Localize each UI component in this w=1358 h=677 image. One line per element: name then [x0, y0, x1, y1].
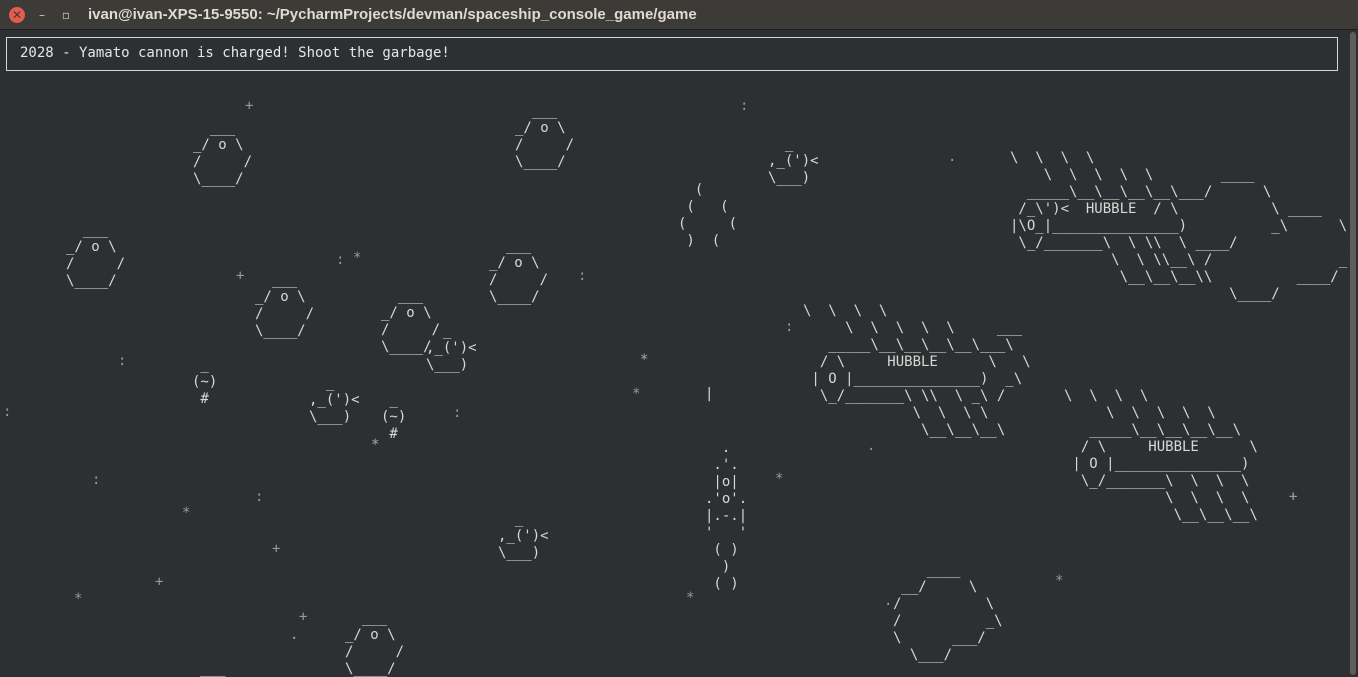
star: :	[255, 489, 264, 505]
star: *	[632, 386, 641, 402]
star: :	[785, 319, 794, 335]
star: *	[182, 505, 191, 521]
fire-trail: ( ( ( ( ( ) (	[678, 182, 738, 249]
scrollbar-thumb[interactable]	[1350, 32, 1356, 675]
star: +	[1289, 489, 1298, 505]
hubble-telescope: \ \ \ \ \ \ \ \ \ ___ _____\__\__\__\__\…	[803, 303, 1031, 438]
star: *	[640, 352, 649, 368]
star: *	[1055, 573, 1064, 589]
large-asteroid: ____ __/ \ / \ / _\ \ ___/ \___/	[893, 562, 1003, 663]
star: +	[299, 609, 308, 625]
hubble-telescope: \ \ \ \ \ \ \ \ \ _____\__\__\__\__\ / \…	[1064, 388, 1258, 523]
trash-can: _ ,_(')< \___)	[498, 511, 549, 561]
asteroid-partial: ___	[200, 661, 226, 677]
star: :	[3, 404, 12, 420]
hubble-telescope: \ \ \ \ \ \ \ \ \ ____ _____\__\__\__\__…	[1010, 150, 1348, 302]
status-box: 2028 - Yamato cannon is charged! Shoot t…	[6, 37, 1338, 71]
fire-bolt: |	[705, 386, 714, 402]
star: :	[453, 405, 462, 421]
star: +	[155, 574, 164, 590]
star: :	[578, 268, 587, 284]
lamp: _ (~) #	[381, 392, 407, 442]
star: +	[245, 98, 254, 114]
vertical-scrollbar[interactable]	[1348, 30, 1358, 677]
asteroid: ___ _/ o \ / / \____/	[345, 610, 405, 677]
star: +	[236, 268, 245, 284]
star: :	[740, 98, 749, 114]
asteroid: ___ _/ o \ / / \____/	[66, 222, 126, 289]
star: .	[884, 593, 893, 609]
spaceship: . .'. |o| .'o'. |.-.| ' ' ( ) ) ( )	[705, 440, 748, 592]
star: :	[92, 472, 101, 488]
terminal-canvas[interactable]: 2028 - Yamato cannon is charged! Shoot t…	[0, 30, 1348, 677]
trash-can: _ ,_(')< \___)	[768, 136, 819, 186]
trash-can: _ ,_(')< \___)	[426, 323, 477, 373]
star: .	[948, 149, 957, 165]
lamp: _ (~) #	[192, 357, 218, 407]
window-title: ivan@ivan-XPS-15-9550: ~/PycharmProjects…	[88, 6, 697, 23]
terminal-window: ✕ – ▫ ivan@ivan-XPS-15-9550: ~/PycharmPr…	[0, 0, 1358, 677]
star: +	[272, 541, 281, 557]
star: *	[371, 437, 380, 453]
star: *	[686, 590, 695, 606]
title-bar[interactable]: ✕ – ▫ ivan@ivan-XPS-15-9550: ~/PycharmPr…	[0, 0, 1358, 30]
star: :	[118, 353, 127, 369]
maximize-icon[interactable]: ▫	[58, 7, 74, 23]
asteroid: ___ _/ o \ / / \____/	[255, 272, 315, 339]
star: *	[353, 250, 362, 266]
asteroid: ___ _/ o \ / / \____/	[489, 238, 549, 305]
asteroid: ___ _/ o \ / / \____/	[193, 120, 253, 187]
star: :	[336, 252, 345, 268]
star: *	[74, 591, 83, 607]
trash-can: _ ,_(')< \___)	[309, 375, 360, 425]
minimize-icon[interactable]: –	[34, 7, 50, 23]
star: *	[775, 471, 784, 487]
close-icon[interactable]: ✕	[9, 7, 25, 23]
star: .	[290, 627, 299, 643]
status-message: 2028 - Yamato cannon is charged! Shoot t…	[20, 45, 450, 61]
asteroid: ___ _/ o \ / / \____/	[515, 103, 575, 170]
star: .	[867, 438, 876, 454]
